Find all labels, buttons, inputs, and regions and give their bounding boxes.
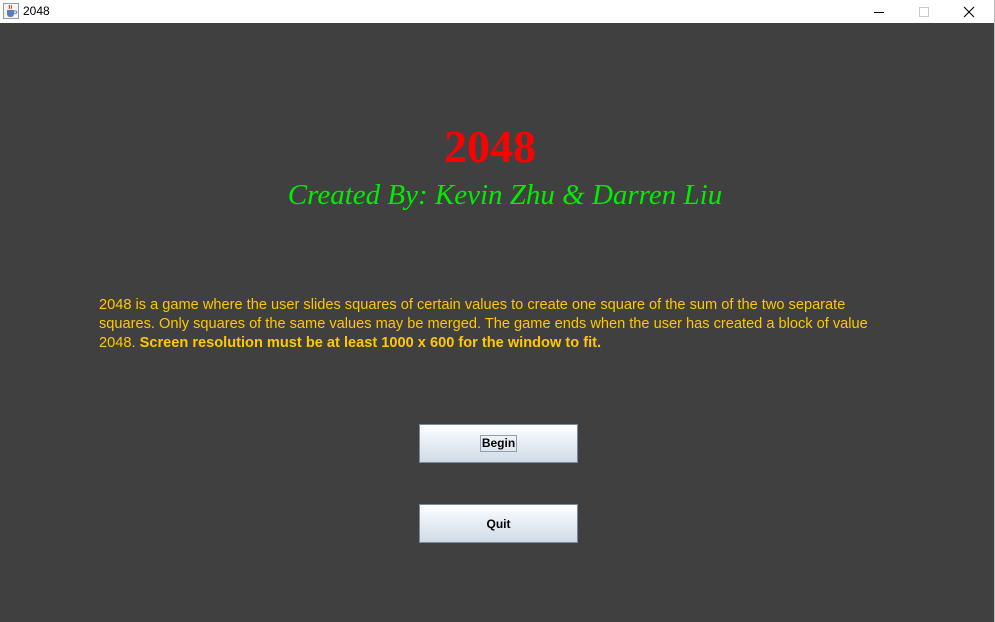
credits-text: Created By: Kevin Zhu & Darren Liu [287,179,723,211]
game-title: 2048 [444,121,536,172]
java-cup-icon [3,3,19,19]
quit-button[interactable]: Quit [419,504,578,543]
close-icon [963,6,975,17]
minimize-icon [874,11,884,13]
begin-button-label: Begin [479,435,518,452]
resolution-note: Screen resolution must be at least 1000 … [139,335,602,351]
app-window: 2048 2048 Created By: Kevin Zhu & Darren… [0,0,995,622]
begin-button[interactable]: Begin [419,424,578,463]
main-panel: 2048 Created By: Kevin Zhu & Darren Liu … [0,23,994,622]
game-description: 2048 is a game where the user slides squ… [99,296,899,353]
maximize-icon [919,6,929,17]
window-title: 2048 [23,4,50,18]
minimize-button[interactable] [856,0,902,23]
maximize-button[interactable] [901,0,947,23]
quit-button-label: Quit [486,516,511,531]
close-button[interactable] [946,0,992,23]
title-bar[interactable]: 2048 [0,0,994,23]
